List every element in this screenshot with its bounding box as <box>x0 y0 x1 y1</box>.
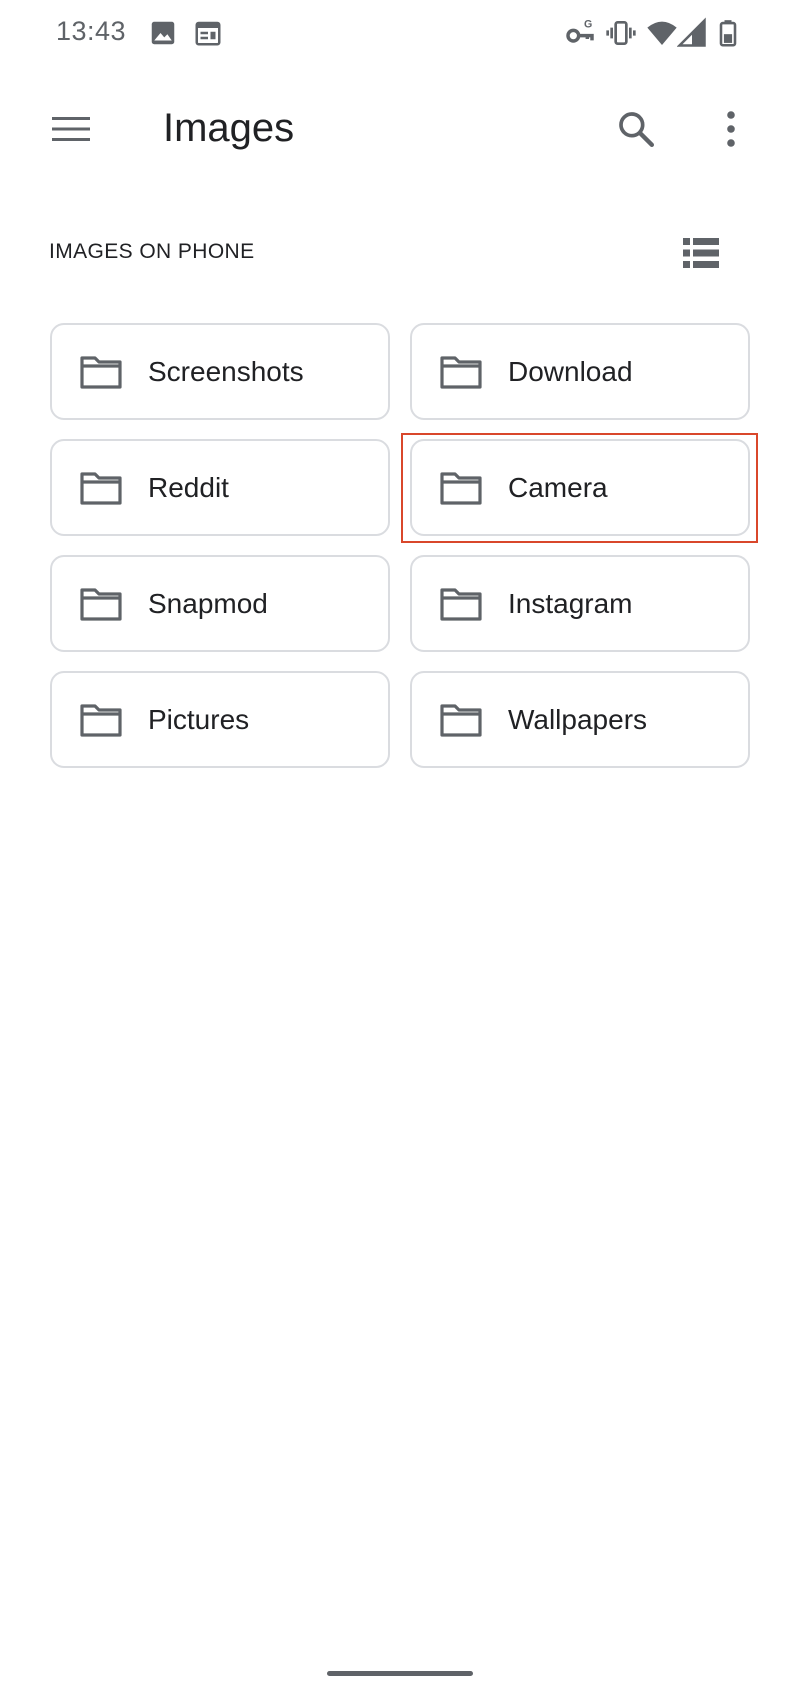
folder-icon <box>440 355 482 389</box>
folder-card-snapmod[interactable]: Snapmod <box>50 555 390 652</box>
section-header: IMAGES ON PHONE <box>49 240 255 263</box>
page-title: Images <box>163 106 295 150</box>
svg-text:G: G <box>584 19 592 31</box>
folder-icon <box>80 471 122 505</box>
wifi-icon <box>647 21 677 45</box>
folder-card-instagram[interactable]: Instagram <box>410 555 750 652</box>
folder-name: Instagram <box>508 587 633 619</box>
vibrate-icon <box>606 21 636 45</box>
screen: 13:43 G Images IMAGES ON PHONE Screensho… <box>0 0 800 1689</box>
list-view-toggle-button[interactable] <box>676 230 726 276</box>
folder-card-wallpapers[interactable]: Wallpapers <box>410 671 750 768</box>
menu-button[interactable] <box>46 104 96 154</box>
menu-icon <box>52 117 90 141</box>
app-bar: Images <box>0 86 800 172</box>
folder-card-screenshots[interactable]: Screenshots <box>50 323 390 420</box>
calendar-icon <box>195 21 221 46</box>
folder-name: Pictures <box>148 703 250 735</box>
folder-name: Download <box>508 355 633 387</box>
cell-signal-icon <box>677 17 706 47</box>
folder-grid: Screenshots Download Reddit Camera Snapm… <box>50 323 750 768</box>
folder-card-download[interactable]: Download <box>410 323 750 420</box>
folder-card-pictures[interactable]: Pictures <box>50 671 390 768</box>
folder-name: Snapmod <box>148 587 268 619</box>
folder-icon <box>80 703 122 737</box>
battery-icon <box>719 20 737 47</box>
more-options-button[interactable] <box>706 102 756 156</box>
list-view-icon <box>683 238 719 268</box>
folder-name: Reddit <box>148 471 229 503</box>
vpn-key-icon: G <box>566 19 594 43</box>
gesture-nav-handle[interactable] <box>327 1671 473 1676</box>
folder-name: Wallpapers <box>508 703 648 735</box>
more-vert-icon <box>727 111 735 147</box>
search-button[interactable] <box>609 102 663 156</box>
folder-icon <box>440 587 482 621</box>
folder-name: Screenshots <box>148 355 304 387</box>
image-icon <box>151 21 175 45</box>
status-bar: 13:43 G <box>0 0 800 66</box>
status-time: 13:43 <box>56 16 127 46</box>
folder-icon <box>80 355 122 389</box>
folder-card-reddit[interactable]: Reddit <box>50 439 390 536</box>
search-icon <box>619 112 654 147</box>
camera-highlight-box <box>401 433 758 543</box>
folder-icon <box>440 703 482 737</box>
folder-icon <box>80 587 122 621</box>
